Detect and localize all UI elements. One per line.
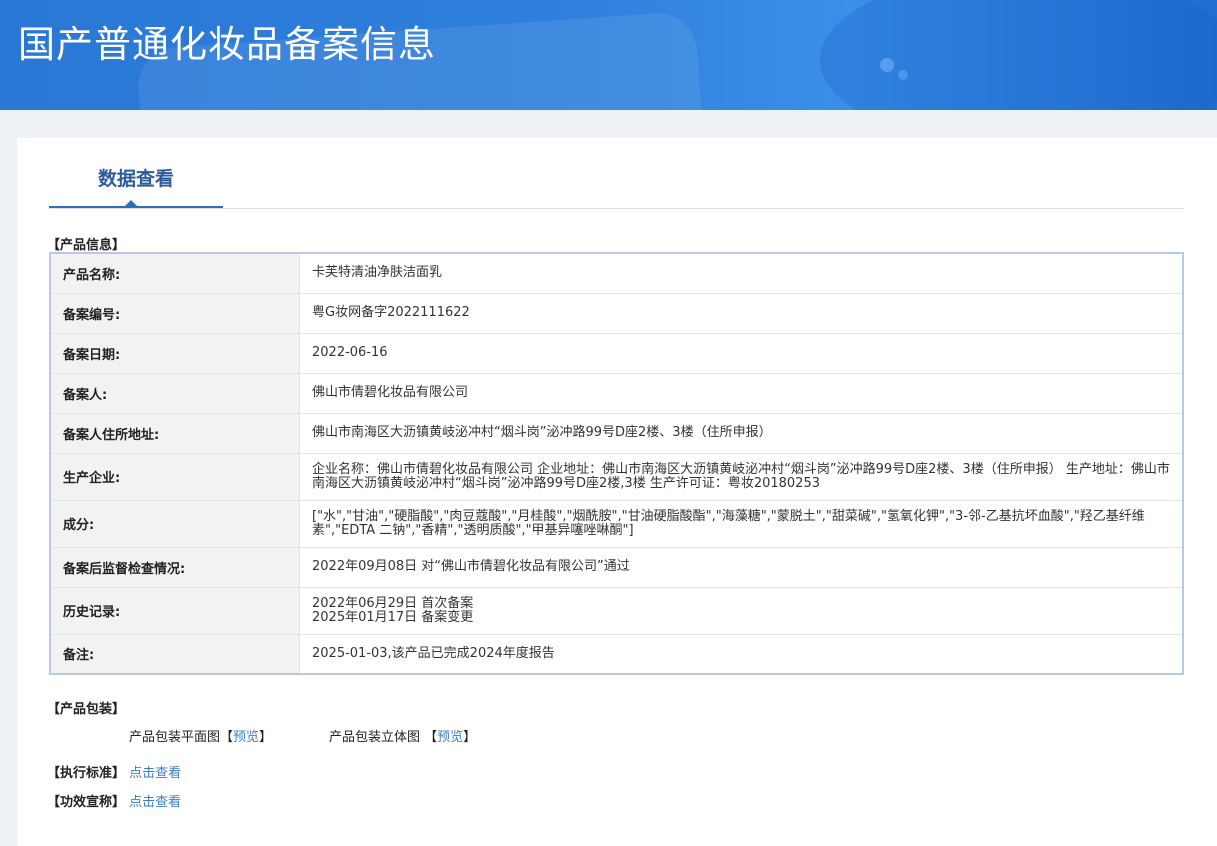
table-row: 备案后监督检查情况: 2022年09月08日 对“佛山市倩碧化妆品有限公司”通过	[49, 546, 1184, 588]
standard-row: 【执行标准】 点击查看	[47, 762, 181, 781]
row-value: 2022-06-16	[299, 332, 1184, 374]
bracket-close: 】	[259, 730, 273, 745]
row-value: 卡芙特清油净肤洁面乳	[299, 252, 1184, 294]
row-key: 备案人住所地址:	[49, 412, 300, 454]
table-row: 备案日期: 2022-06-16	[49, 332, 1184, 374]
history-entry: 2025年01月17日 备案变更	[312, 609, 474, 625]
row-key: 备案人:	[49, 372, 300, 414]
row-key: 历史记录:	[49, 586, 300, 635]
banner-dot	[898, 70, 908, 80]
row-value: 佛山市倩碧化妆品有限公司	[299, 372, 1184, 414]
content-panel: 数据查看 【产品信息】 产品名称: 卡芙特清油净肤洁面乳 备案编号: 粤G妆网备…	[17, 138, 1217, 846]
row-value: 企业名称：佛山市倩碧化妆品有限公司 企业地址：佛山市南海区大沥镇黄岐泌冲村“烟斗…	[299, 452, 1184, 501]
packaging-solid-label: 产品包装立体图 【	[329, 730, 438, 745]
product-info-table: 产品名称: 卡芙特清油净肤洁面乳 备案编号: 粤G妆网备字2022111622 …	[49, 252, 1184, 675]
table-row: 备案人: 佛山市倩碧化妆品有限公司	[49, 372, 1184, 414]
product-info-section-title: 【产品信息】	[47, 238, 126, 253]
packaging-solid: 产品包装立体图 【预览】	[329, 726, 476, 745]
table-row: 生产企业: 企业名称：佛山市倩碧化妆品有限公司 企业地址：佛山市南海区大沥镇黄岐…	[49, 452, 1184, 501]
tab-data-view[interactable]: 数据查看	[49, 138, 223, 208]
row-key: 产品名称:	[49, 252, 300, 294]
row-value: 2022年09月08日 对“佛山市倩碧化妆品有限公司”通过	[299, 546, 1184, 588]
packaging-flat-preview-link[interactable]: 预览	[233, 730, 259, 745]
row-value: 2025-01-03,该产品已完成2024年度报告	[299, 633, 1184, 675]
tab-label: 数据查看	[97, 168, 174, 190]
row-value: ["水","甘油","硬脂酸","肉豆蔻酸","月桂酸","烟酰胺","甘油硬脂…	[299, 499, 1184, 548]
banner-decoration	[820, 0, 1217, 110]
banner-dot	[880, 58, 894, 72]
row-value: 2022年06月29日 首次备案 2025年01月17日 备案变更	[299, 586, 1184, 635]
row-value: 粤G妆网备字2022111622	[299, 292, 1184, 334]
table-row: 成分: ["水","甘油","硬脂酸","肉豆蔻酸","月桂酸","烟酰胺","…	[49, 499, 1184, 548]
tab-active-caret	[125, 200, 137, 206]
packaging-flat-label: 产品包装平面图【	[129, 730, 234, 745]
standard-view-link[interactable]: 点击查看	[129, 766, 181, 781]
table-row: 备案编号: 粤G妆网备字2022111622	[49, 292, 1184, 334]
row-key: 成分:	[49, 499, 300, 548]
efficacy-row: 【功效宣称】 点击查看	[47, 791, 181, 810]
efficacy-view-link[interactable]: 点击查看	[129, 795, 181, 810]
table-row: 历史记录: 2022年06月29日 首次备案 2025年01月17日 备案变更	[49, 586, 1184, 635]
packaging-flat: 产品包装平面图【预览】	[129, 726, 272, 745]
row-key: 备注:	[49, 633, 300, 675]
packaging-section-title: 【产品包装】	[47, 702, 126, 717]
table-row: 产品名称: 卡芙特清油净肤洁面乳	[49, 252, 1184, 294]
row-key: 备案后监督检查情况:	[49, 546, 300, 588]
standard-title: 【执行标准】	[47, 766, 126, 781]
efficacy-title: 【功效宣称】	[47, 795, 126, 810]
table-row: 备案人住所地址: 佛山市南海区大沥镇黄岐泌冲村“烟斗岗”泌冲路99号D座2楼、3…	[49, 412, 1184, 454]
tab-bar: 数据查看	[49, 138, 1184, 209]
row-key: 备案日期:	[49, 332, 300, 374]
header-banner: 国产普通化妆品备案信息	[0, 0, 1217, 110]
page-title: 国产普通化妆品备案信息	[18, 23, 436, 66]
history-entry: 2022年06月29日 首次备案	[312, 595, 474, 611]
row-key: 备案编号:	[49, 292, 300, 334]
row-value: 佛山市南海区大沥镇黄岐泌冲村“烟斗岗”泌冲路99号D座2楼、3楼（住所申报）	[299, 412, 1184, 454]
packaging-solid-preview-link[interactable]: 预览	[437, 730, 463, 745]
bracket-close: 】	[463, 730, 477, 745]
table-row: 备注: 2025-01-03,该产品已完成2024年度报告	[49, 633, 1184, 675]
row-key: 生产企业:	[49, 452, 300, 501]
